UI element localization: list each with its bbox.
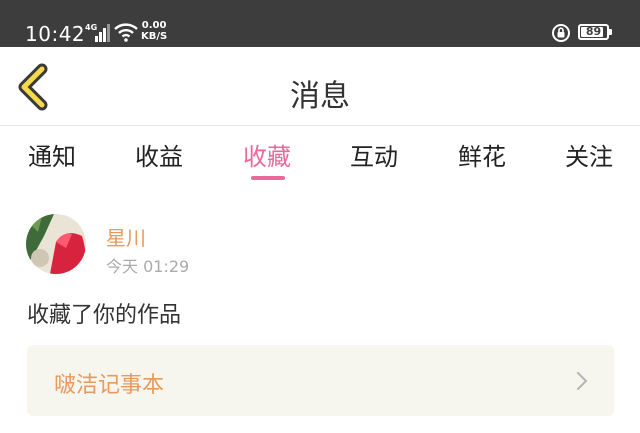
work-title: 啵洁记事本 — [54, 373, 165, 398]
network-type: 4G — [85, 23, 98, 32]
network-speed: 0.00 KB/S — [141, 20, 167, 42]
work-card[interactable]: 啵洁记事本 — [27, 345, 614, 416]
username[interactable]: 星川 — [106, 222, 146, 251]
tab-favorites[interactable]: 收藏 — [222, 137, 312, 172]
battery-icon: 89 — [578, 24, 609, 40]
battery-level: 89 — [585, 25, 602, 38]
tab-earnings[interactable]: 收益 — [114, 137, 204, 172]
rotation-lock-icon — [551, 23, 571, 47]
avatar[interactable] — [26, 214, 86, 274]
status-bar: 10:42 4G 0.00 KB/S 89 — [0, 0, 640, 47]
signal-icon: 4G — [85, 22, 110, 42]
status-time: 10:42 — [25, 22, 86, 46]
tab-bar: 通知 收益 收藏 互动 鲜花 关注 — [0, 126, 640, 188]
header: 消息 — [0, 47, 640, 125]
tab-interactions[interactable]: 互动 — [329, 137, 419, 172]
chevron-right-icon — [575, 371, 589, 395]
tab-follows[interactable]: 关注 — [544, 137, 634, 172]
page-title: 消息 — [290, 79, 350, 114]
speed-unit: KB/S — [141, 31, 168, 42]
avatar-image — [26, 214, 86, 274]
wifi-icon — [113, 22, 139, 46]
tab-active-indicator — [251, 176, 285, 180]
speed-value: 0.00 — [141, 20, 167, 31]
message-timestamp: 今天 01:29 — [106, 257, 190, 276]
tab-notifications[interactable]: 通知 — [7, 137, 97, 172]
message-text: 收藏了你的作品 — [27, 303, 182, 328]
battery-tip — [609, 29, 612, 35]
tab-flowers[interactable]: 鲜花 — [437, 137, 527, 172]
